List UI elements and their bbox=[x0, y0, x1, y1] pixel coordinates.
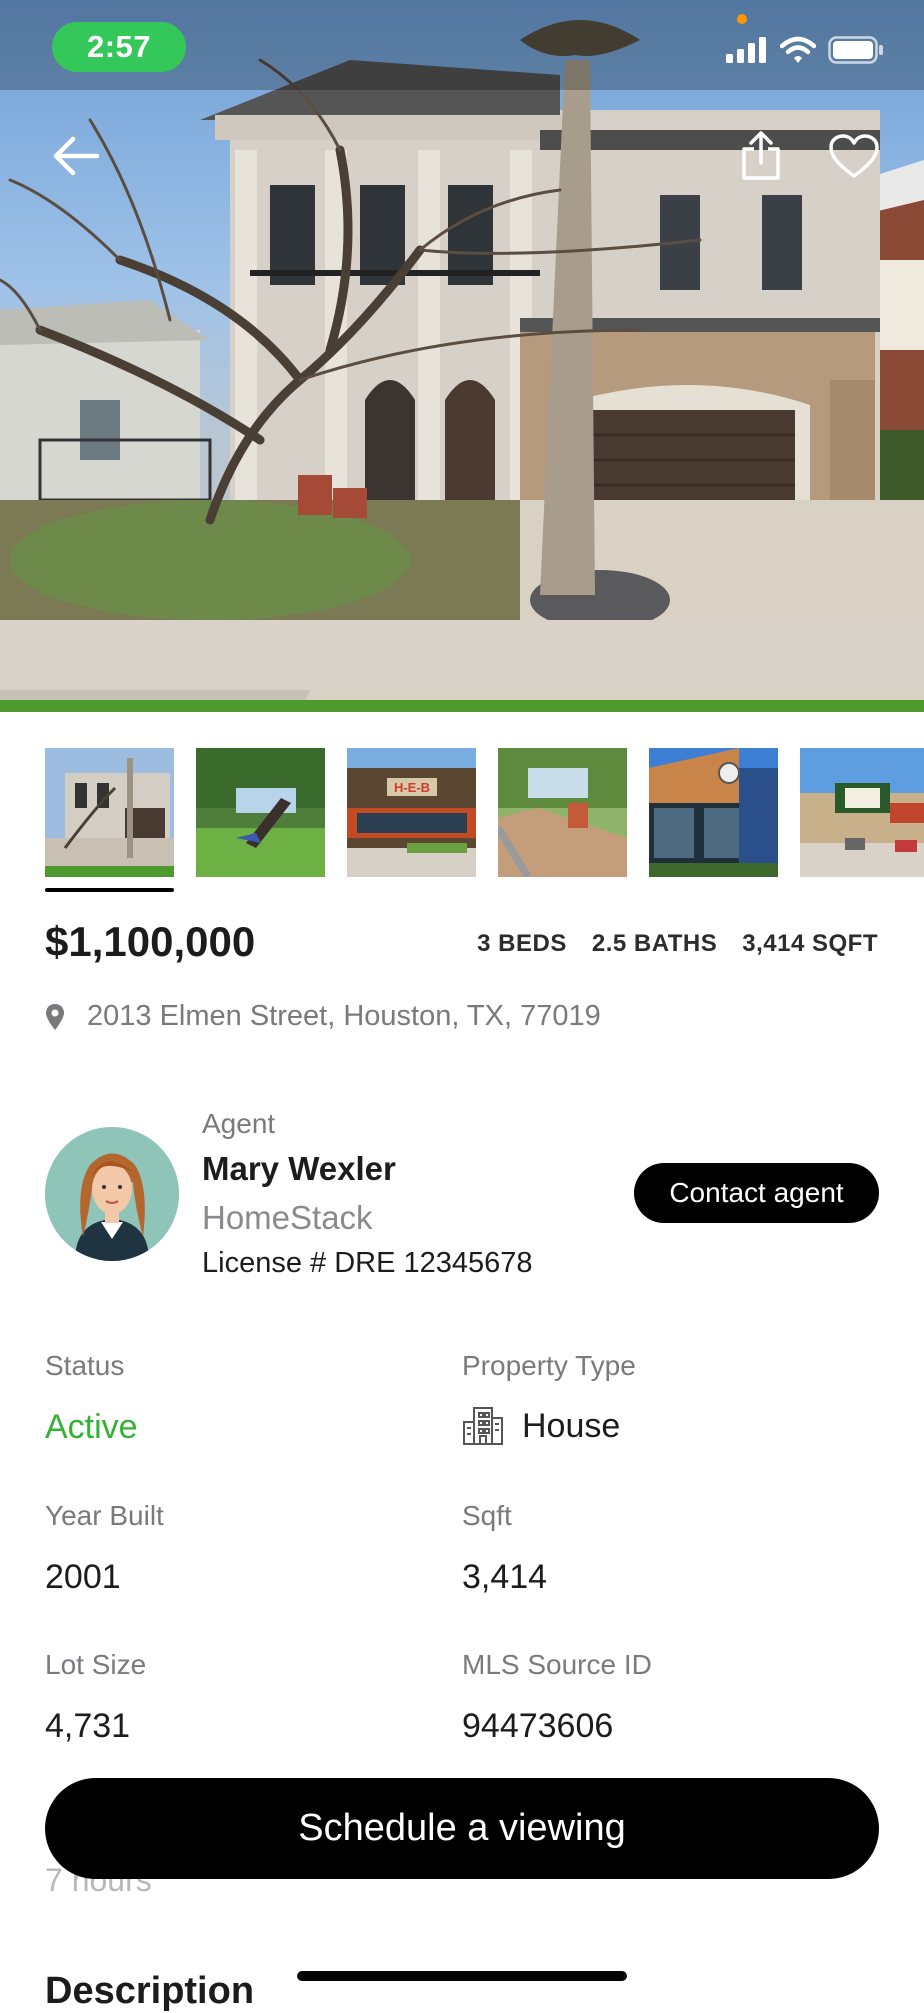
description-heading: Description bbox=[45, 1970, 255, 2012]
heb-store-thumbnail-image: H-E-B bbox=[347, 748, 476, 877]
share-button[interactable] bbox=[731, 126, 791, 186]
detail-label: MLS Source ID bbox=[462, 1649, 652, 1680]
lot-size-value: 4,731 bbox=[45, 1707, 131, 1745]
agent-info: Agent Mary Wexler HomeStack License # DR… bbox=[202, 1104, 533, 1284]
detail-label: Status bbox=[45, 1350, 125, 1381]
listing-specs: 3 BEDS 2.5 BATHS 3,414 SQFT bbox=[477, 930, 878, 958]
status-bar-time: 2:57 bbox=[52, 22, 186, 72]
property-type-row: House bbox=[462, 1406, 636, 1446]
home-indicator[interactable] bbox=[297, 1971, 627, 1981]
detail-label: Sqft bbox=[462, 1500, 512, 1531]
beds-count: 3 BEDS bbox=[477, 930, 567, 957]
detail-label: Property Type bbox=[462, 1350, 636, 1381]
whole-foods-thumbnail-image bbox=[800, 748, 924, 877]
mls-id-value: 94473606 bbox=[462, 1707, 614, 1745]
battery-icon bbox=[828, 36, 883, 64]
thumbnail-whole-foods[interactable] bbox=[800, 748, 924, 877]
thumbnail-playground[interactable] bbox=[498, 748, 627, 877]
thumbnail-house-front[interactable] bbox=[45, 748, 174, 877]
agent-caption: Agent bbox=[202, 1108, 276, 1139]
cellular-signal-icon bbox=[726, 37, 766, 63]
thumbnail-heb-store[interactable]: H-E-B bbox=[347, 748, 476, 877]
selected-thumbnail-indicator bbox=[45, 888, 174, 892]
heart-icon bbox=[829, 134, 879, 178]
year-built-value: 2001 bbox=[45, 1558, 121, 1596]
playground-thumbnail-image bbox=[498, 748, 627, 877]
property-type-value: House bbox=[522, 1406, 621, 1445]
house-photo bbox=[0, 0, 924, 712]
schedule-viewing-button[interactable]: Schedule a viewing bbox=[45, 1778, 879, 1879]
photo-thumbnail-strip[interactable]: H-E-B bbox=[45, 748, 924, 877]
sqft-count: 3,414 SQFT bbox=[742, 930, 878, 957]
sqft-value: 3,414 bbox=[462, 1558, 548, 1596]
wifi-icon bbox=[780, 36, 816, 63]
listing-price: $1,100,000 bbox=[45, 918, 256, 965]
contact-agent-button[interactable]: Contact agent bbox=[634, 1163, 879, 1223]
agent-avatar[interactable] bbox=[45, 1127, 179, 1261]
agent-name: Mary Wexler bbox=[202, 1150, 396, 1187]
detail-label: Year Built bbox=[45, 1500, 164, 1531]
status-value: Active bbox=[45, 1408, 138, 1446]
mic-indicator-dot bbox=[737, 14, 747, 24]
location-pin-icon bbox=[46, 1003, 64, 1030]
listing-address[interactable]: 2013 Elmen Street, Houston, TX, 77019 bbox=[45, 1000, 601, 1033]
agent-license: License # DRE 12345678 bbox=[202, 1247, 533, 1279]
detail-label: Lot Size bbox=[45, 1649, 147, 1680]
agent-portrait-image bbox=[45, 1127, 179, 1261]
house-front-thumbnail-image bbox=[45, 748, 174, 877]
shop-front-thumbnail-image bbox=[649, 748, 778, 877]
back-arrow-icon bbox=[53, 136, 99, 176]
thumbnail-shop-front[interactable] bbox=[649, 748, 778, 877]
status-bar-icons bbox=[726, 36, 884, 64]
park-sculpture-thumbnail-image bbox=[196, 748, 325, 877]
baths-count: 2.5 BATHS bbox=[591, 930, 718, 957]
detail-property-type: Property Type House bbox=[462, 1350, 636, 1446]
back-button[interactable] bbox=[46, 126, 106, 186]
agent-company: HomeStack bbox=[202, 1199, 373, 1236]
detail-lot-size: Lot Size 4,731 bbox=[45, 1649, 146, 1746]
hero-photo[interactable]: 2:57 bbox=[0, 0, 924, 712]
detail-year-built: Year Built 2001 bbox=[45, 1500, 164, 1597]
address-text: 2013 Elmen Street, Houston, TX, 77019 bbox=[87, 1000, 601, 1032]
detail-status: Status Active bbox=[45, 1350, 138, 1447]
favorite-button[interactable] bbox=[824, 126, 884, 186]
building-icon bbox=[463, 1407, 503, 1445]
thumbnail-park-sculpture[interactable] bbox=[196, 748, 325, 877]
detail-mls-id: MLS Source ID 94473606 bbox=[462, 1649, 652, 1746]
svg-text:H-E-B: H-E-B bbox=[394, 780, 430, 795]
detail-sqft: Sqft 3,414 bbox=[462, 1500, 547, 1597]
share-icon bbox=[742, 131, 780, 180]
